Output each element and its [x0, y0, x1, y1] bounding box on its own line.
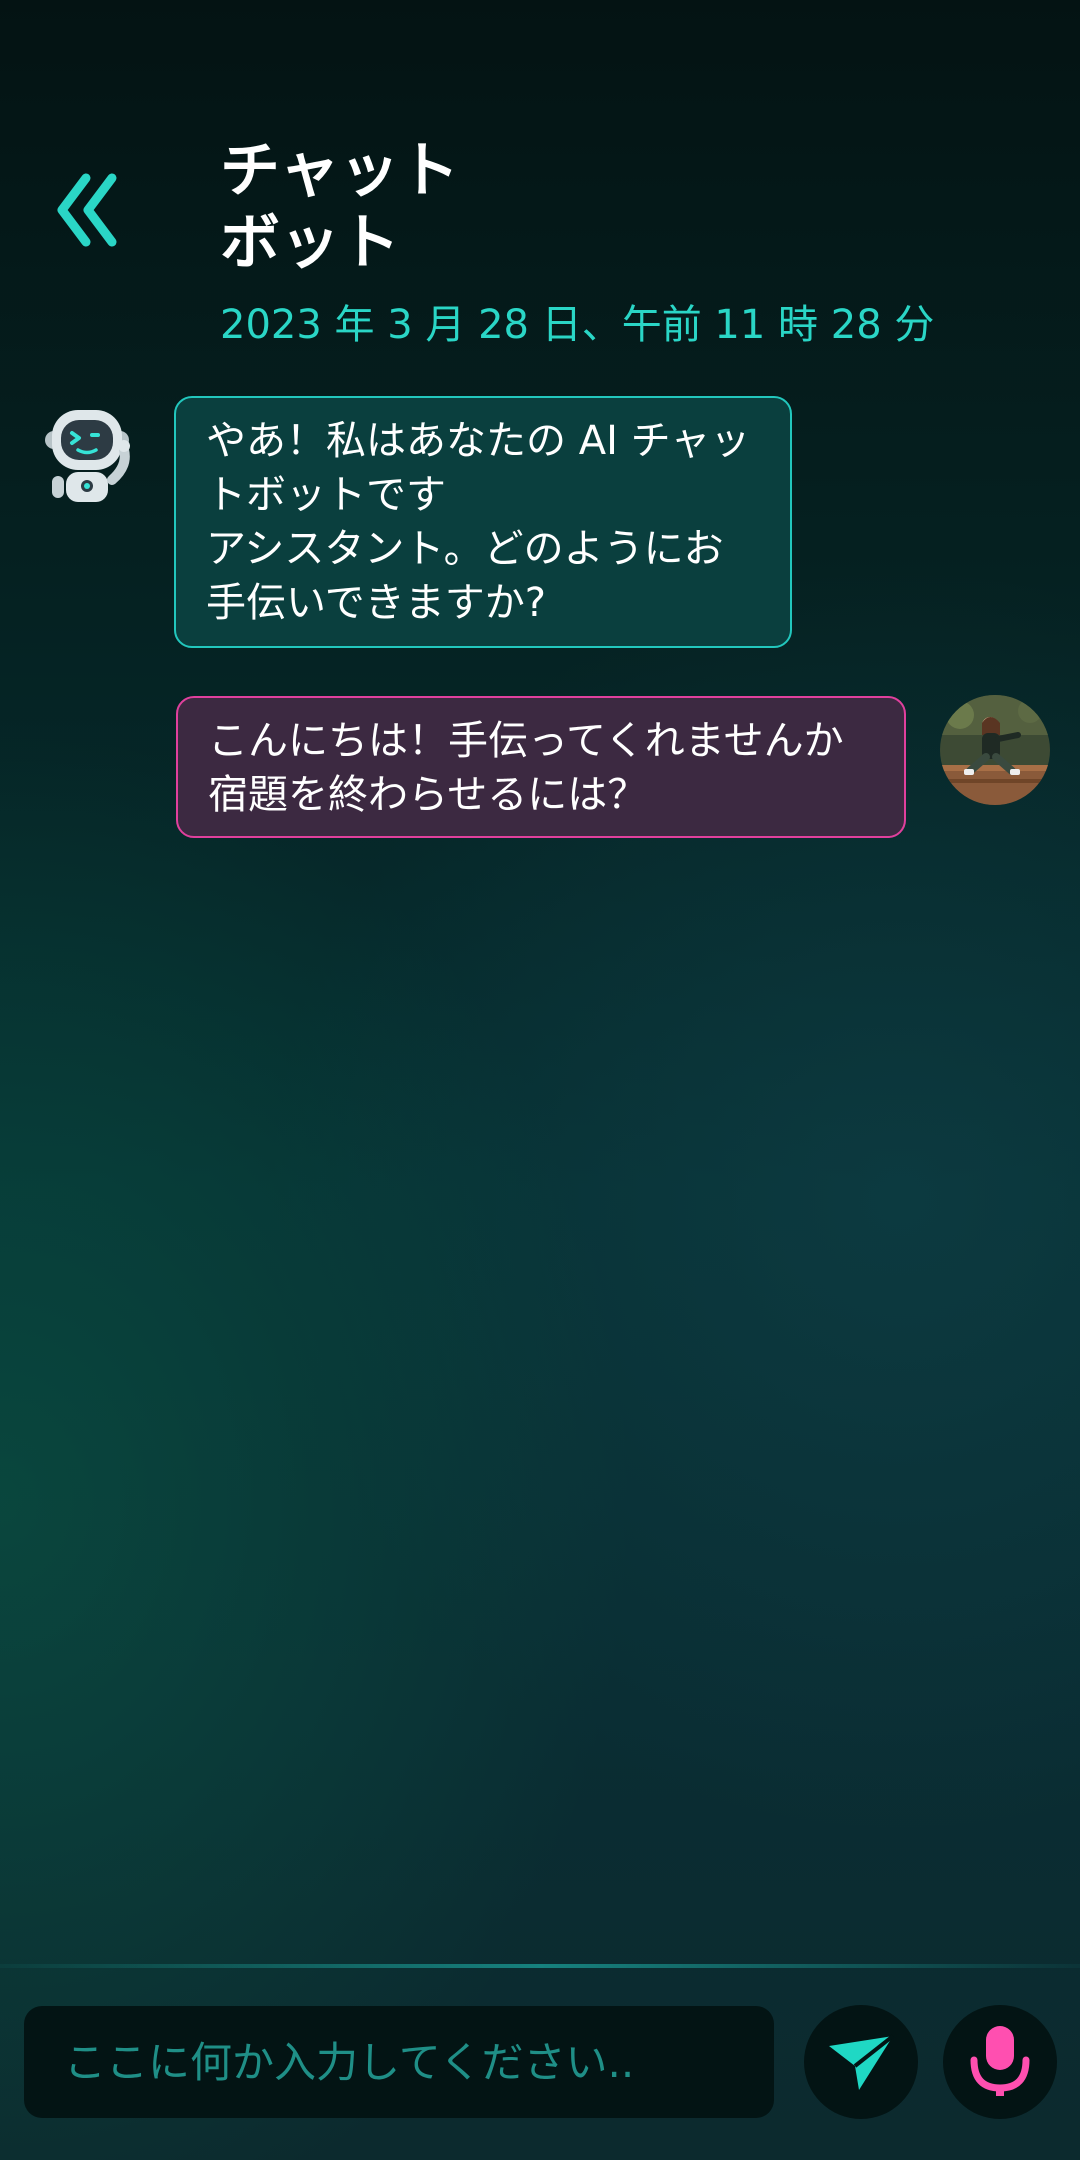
user-message-line: 宿題を終わらせるには？ — [208, 772, 648, 818]
message-input-container[interactable] — [24, 2006, 774, 2118]
user-photo-avatar-icon — [940, 695, 1050, 805]
bot-message-line: アシスタント。どのようにお — [206, 526, 724, 572]
double-chevron-left-icon — [57, 173, 117, 247]
bot-message-line: やあ！私はあなたの AI チャッ — [206, 418, 751, 464]
bot-message-line: 手伝いできますか? — [206, 580, 547, 626]
send-icon — [829, 2034, 895, 2090]
user-message-bubble: こんにちは！手伝ってくれませんか 宿題を終わらせるには？ — [176, 696, 906, 838]
user-message-line: こんにちは！手伝ってくれませんか — [208, 718, 844, 764]
microphone-button[interactable] — [943, 2005, 1057, 2119]
chat-timestamp: 2023 年 3 月 28 日、午前 11 時 28 分 — [220, 302, 935, 348]
bot-message-bubble: やあ！私はあなたの AI チャッ トボットです アシスタント。どのようにお 手伝… — [174, 396, 792, 648]
composer-divider — [0, 1964, 1080, 1968]
back-button[interactable] — [52, 170, 122, 250]
page-title: チャット ボット — [220, 135, 720, 279]
bot-avatar — [32, 400, 142, 510]
bot-message-line: トボットです — [206, 472, 446, 518]
title-line-2: ボット — [220, 208, 400, 278]
send-button[interactable] — [804, 2005, 918, 2119]
title-line-1: チャット — [220, 136, 460, 206]
microphone-icon — [970, 2026, 1030, 2096]
robot-avatar-icon — [45, 410, 130, 502]
message-input[interactable] — [62, 2036, 736, 2088]
user-avatar — [940, 695, 1050, 805]
